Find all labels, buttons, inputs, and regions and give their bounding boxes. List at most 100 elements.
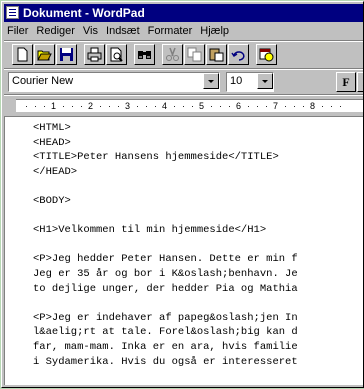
ruler-tick: · bbox=[43, 101, 46, 111]
print-preview-icon bbox=[110, 47, 123, 62]
ruler-number: 2 bbox=[88, 101, 94, 111]
menu-indsaet[interactable]: Indsæt bbox=[102, 23, 144, 40]
document-line: Jeg er 35 år og bor i K&oslash;benhavn. … bbox=[33, 267, 298, 280]
menu-separator bbox=[4, 40, 363, 42]
save-button[interactable] bbox=[56, 44, 77, 65]
menu-filer[interactable]: Filer bbox=[4, 23, 32, 40]
ruler-tick: · bbox=[80, 101, 83, 111]
print-preview-button[interactable] bbox=[106, 44, 127, 65]
ruler-number: 3 bbox=[125, 101, 131, 111]
menu-rediger[interactable]: Rediger bbox=[32, 23, 79, 40]
ruler-tick: · bbox=[191, 101, 194, 111]
document-line: <P>Jeg hedder Peter Hansen. Dette er min… bbox=[33, 253, 298, 266]
document-line: l&aelig;rt at tale. Forel&oslash;big kan… bbox=[33, 326, 298, 339]
ruler-tick: · bbox=[108, 101, 111, 111]
menu-vis[interactable]: Vis bbox=[79, 23, 102, 40]
ruler-tick: · bbox=[136, 101, 139, 111]
open-icon bbox=[37, 50, 52, 61]
ruler-tick: · bbox=[145, 101, 148, 111]
italic-button[interactable]: K bbox=[357, 72, 363, 92]
document-area[interactable]: <HTML> <HEAD> <TITLE>Peter Hansens hjemmes… bbox=[4, 116, 363, 385]
font-size-value: 10 bbox=[230, 75, 243, 87]
document-line: i Sydamerika. Hvis du også er interesser… bbox=[33, 355, 298, 368]
window-title: Dokument - WordPad bbox=[23, 6, 145, 20]
ruler-tick: · bbox=[210, 101, 213, 111]
new-icon bbox=[17, 47, 28, 62]
datetime-icon bbox=[259, 48, 274, 62]
menu-bar: Filer Rediger Vis Indsæt Formater Hjælp bbox=[4, 23, 363, 40]
document-line: <H1>Velkommen til min hjemmeside</H1> bbox=[33, 224, 267, 237]
ruler-tick: · bbox=[339, 101, 342, 111]
chevron-down-icon[interactable] bbox=[203, 73, 219, 89]
bold-label: F bbox=[342, 75, 350, 89]
ruler-number: 8 bbox=[310, 101, 316, 111]
ruler-tick: · bbox=[34, 101, 37, 111]
document-line: <HEAD> bbox=[33, 136, 71, 149]
copy-icon bbox=[187, 47, 202, 62]
ruler[interactable]: · · · 1 · · · 2 · · · 3 · · · 4 · · · 5 · · · 6 · · · 7 · · · 8 · · · bbox=[4, 96, 363, 114]
paste-button[interactable] bbox=[206, 44, 227, 65]
ruler-tick: · bbox=[173, 101, 176, 111]
ruler-tick: · bbox=[265, 101, 268, 111]
font-name-select[interactable]: Courier New bbox=[8, 72, 220, 92]
print-button[interactable] bbox=[84, 44, 105, 65]
ruler-tick: · bbox=[247, 101, 250, 111]
document-line: <HTML> bbox=[33, 122, 71, 134]
standard-toolbar bbox=[4, 43, 363, 67]
ruler-tick: · bbox=[219, 101, 222, 111]
open-button[interactable] bbox=[34, 44, 55, 65]
ruler-tick: · bbox=[284, 101, 287, 111]
ruler-tick: · bbox=[330, 101, 333, 111]
ruler-tick: · bbox=[321, 101, 324, 111]
font-size-select[interactable]: 10 bbox=[226, 72, 274, 92]
ruler-number: 5 bbox=[199, 101, 205, 111]
document-line: far, mam-mam. Inka er en ara, hvis famil… bbox=[33, 340, 298, 353]
document-text[interactable]: <HTML> <HEAD> <TITLE>Peter Hansens hjemmes… bbox=[33, 121, 298, 369]
ruler-tick: · bbox=[62, 101, 65, 111]
print-icon bbox=[87, 47, 102, 62]
ruler-tick: · bbox=[302, 101, 305, 111]
cut-button[interactable] bbox=[162, 44, 183, 65]
ruler-tick: · bbox=[154, 101, 157, 111]
ruler-number: 4 bbox=[162, 101, 168, 111]
wordpad-app-icon[interactable] bbox=[6, 6, 19, 19]
ruler-tick: · bbox=[25, 101, 28, 111]
cut-icon bbox=[166, 47, 179, 61]
ruler-tick: · bbox=[228, 101, 231, 111]
copy-button[interactable] bbox=[184, 44, 205, 65]
ruler-tick: · bbox=[293, 101, 296, 111]
format-toolbar: Courier New 10 F K bbox=[4, 70, 363, 94]
paste-icon bbox=[209, 48, 224, 62]
document-line: to dejlige unger, der hedder Pia og Math… bbox=[33, 282, 298, 295]
ruler-tick: · bbox=[71, 101, 74, 111]
find-button[interactable] bbox=[134, 44, 155, 65]
datetime-button[interactable] bbox=[256, 44, 277, 65]
document-line: <TITLE>Peter Hansens hjemmeside</TITLE> bbox=[33, 151, 279, 164]
menu-formater[interactable]: Formater bbox=[144, 23, 197, 40]
title-bar[interactable]: Dokument - WordPad bbox=[4, 4, 363, 22]
menu-hjaelp[interactable]: Hjælp bbox=[196, 23, 233, 40]
undo-icon bbox=[231, 51, 245, 61]
document-line: <P>Jeg er indehaver af papeg&oslash;jen … bbox=[33, 311, 298, 324]
bold-button[interactable]: F bbox=[336, 72, 356, 92]
undo-button[interactable] bbox=[228, 44, 249, 65]
ruler-number: 6 bbox=[236, 101, 242, 111]
ruler-tick: · bbox=[117, 101, 120, 111]
new-button[interactable] bbox=[12, 44, 33, 65]
ruler-number: 7 bbox=[273, 101, 279, 111]
ruler-tick: · bbox=[99, 101, 102, 111]
ruler-number: 1 bbox=[51, 101, 57, 111]
font-name-value: Courier New bbox=[12, 75, 74, 87]
chevron-down-icon[interactable] bbox=[257, 73, 273, 89]
document-line: <BODY> bbox=[33, 194, 71, 207]
wordpad-window: Dokument - WordPad Filer Rediger Vis Indsæt… bbox=[1, 1, 364, 388]
find-icon bbox=[138, 51, 151, 59]
ruler-tick: · bbox=[182, 101, 185, 111]
ruler-tick: · bbox=[256, 101, 259, 111]
document-line: </HEAD> bbox=[33, 165, 78, 178]
ruler-scale: · · · 1 · · · 2 · · · 3 · · · 4 · · · 5 · · · 6 · · · 7 · · · 8 · · · bbox=[16, 99, 363, 112]
